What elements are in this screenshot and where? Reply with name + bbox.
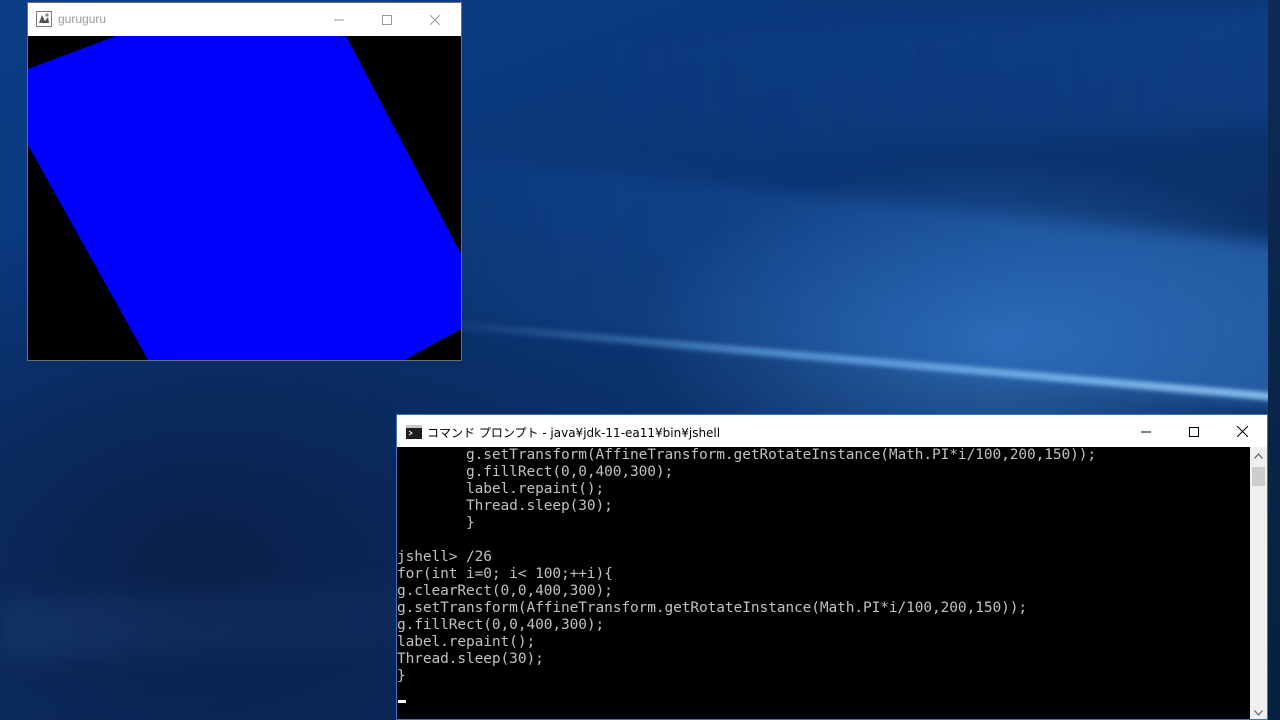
maximize-icon [1189,426,1199,437]
minimize-icon [1141,431,1151,432]
java-app-icon [36,11,52,27]
scroll-up-arrow-icon [1254,452,1263,459]
console-line: label.repaint(); [397,634,536,650]
close-icon [1236,426,1248,437]
console-line: label.repaint(); [397,481,605,497]
maximize-icon [382,14,392,25]
scroll-thumb[interactable] [1252,467,1265,486]
console-icon [406,424,422,439]
java-window-titlebar[interactable]: guruguru [28,3,461,36]
wallpaper-light-beam [596,0,1280,160]
console-line: g.setTransform(AffineTransform.getRotate… [397,600,1027,616]
cmd-close-button[interactable] [1219,415,1265,448]
rotating-blue-rectangle [28,36,461,360]
console-line: g.clearRect(0,0,400,300); [397,583,613,599]
cmd-minimize-button[interactable] [1123,415,1169,448]
java-maximize-button[interactable] [364,3,410,36]
desktop-edge-strip [1268,0,1280,720]
command-prompt-titlebar[interactable]: コマンド プロンプト - java¥jdk-11-ea11¥bin¥jshell [397,415,1267,447]
console-line: Thread.sleep(30); [397,498,613,514]
scroll-up-button[interactable] [1250,447,1267,464]
cmd-maximize-button[interactable] [1171,415,1217,448]
scroll-down-arrow-icon [1254,709,1263,716]
console-line: for(int i=0; i< 100;++i){ [397,566,613,582]
text-cursor [398,700,406,703]
java-window-title: guruguru [58,12,107,26]
command-prompt-window[interactable]: コマンド プロンプト - java¥jdk-11-ea11¥bin¥jshell… [396,414,1268,720]
console-line: } [397,668,406,684]
scroll-down-button[interactable] [1250,704,1267,719]
minimize-icon [334,19,344,20]
close-icon [430,14,440,25]
java-close-button[interactable] [412,3,458,36]
wallpaper-light-beam [371,150,1280,409]
console-line: jshell> /26 [397,549,492,565]
console-line: g.setTransform(AffineTransform.getRotate… [397,447,1097,463]
java-minimize-button[interactable] [316,3,362,36]
console-line: Thread.sleep(30); [397,651,544,667]
java-window-guruguru[interactable]: guruguru [27,2,462,361]
console-vertical-scrollbar[interactable] [1250,447,1267,719]
console-line: g.fillRect(0,0,400,300); [397,464,674,480]
console-line: g.fillRect(0,0,400,300); [397,617,605,633]
console-line: } [397,515,475,531]
command-prompt-title: コマンド プロンプト - java¥jdk-11-ea11¥bin¥jshell [427,426,721,440]
java-drawing-canvas [28,36,461,360]
console-output-area[interactable]: g.setTransform(AffineTransform.getRotate… [397,447,1250,719]
